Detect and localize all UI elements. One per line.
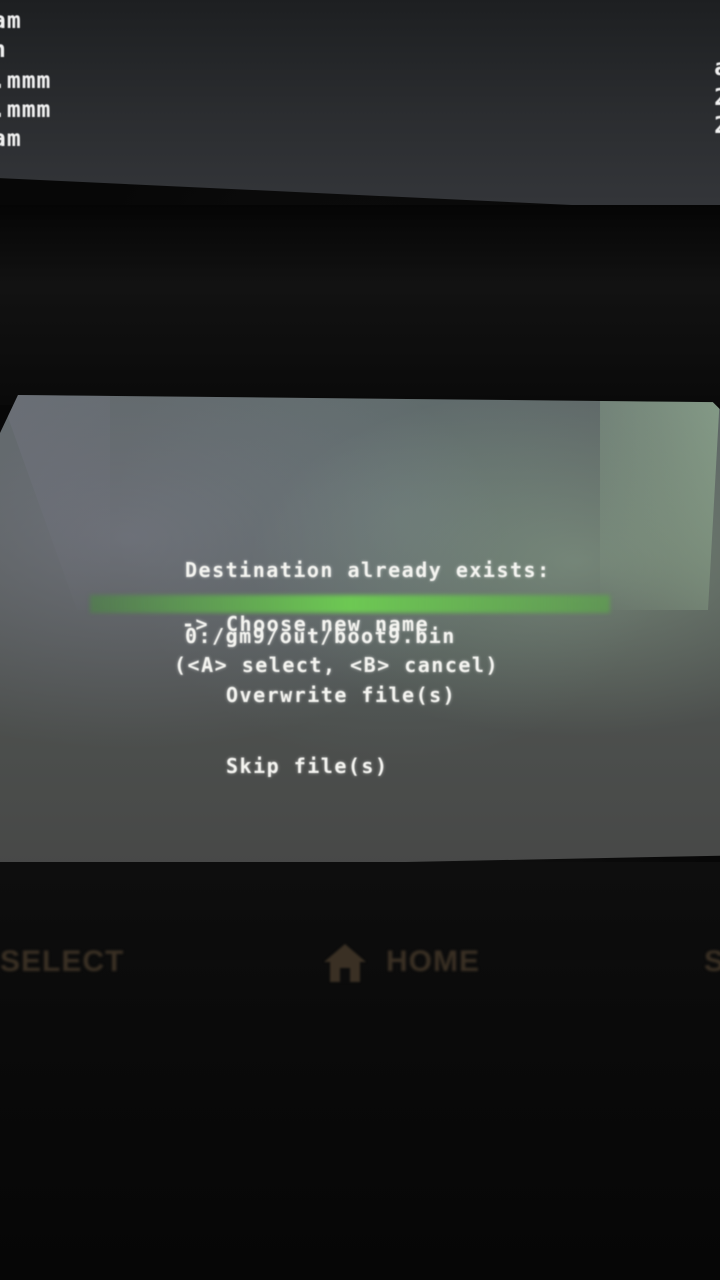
option-choose-new-name[interactable]: -> Choose new name [182, 613, 456, 636]
option-skip-files[interactable]: Skip file(s) [182, 755, 456, 778]
top-screen-line: n [0, 37, 7, 63]
button-hint: (<A> select, <B> cancel) [174, 653, 499, 677]
console-body [0, 862, 720, 1280]
start-button-label[interactable]: S [704, 945, 720, 979]
select-button-label[interactable]: SELECT [0, 945, 124, 979]
home-icon[interactable] [322, 942, 368, 984]
option-overwrite-files[interactable]: Overwrite file(s) [182, 684, 456, 707]
top-screen-line: am [0, 126, 22, 152]
option-label: Skip file(s) [226, 754, 389, 778]
bottom-screen: Destination already exists: 0:/gm9/out/b… [0, 395, 720, 870]
top-screen: am n .mmm .mmm am a 2 2 [0, 0, 720, 212]
top-screen-right-line: 2 [714, 85, 720, 111]
top-screen-line: .mmm [0, 68, 52, 94]
wallpaper-right-wall [600, 395, 720, 610]
top-screen-line: .mmm [0, 97, 52, 123]
selection-cursor: -> [182, 612, 210, 636]
option-label: Overwrite file(s) [226, 683, 457, 707]
option-label: Choose new name [226, 612, 430, 636]
option-menu: -> Choose new name Overwrite file(s) Skip… [182, 565, 456, 826]
top-screen-right-line: a [714, 55, 720, 81]
top-screen-line: am [0, 8, 22, 34]
home-button-label[interactable]: HOME [386, 945, 480, 979]
console-hinge [0, 205, 720, 405]
top-screen-right-line: 2 [714, 113, 720, 139]
